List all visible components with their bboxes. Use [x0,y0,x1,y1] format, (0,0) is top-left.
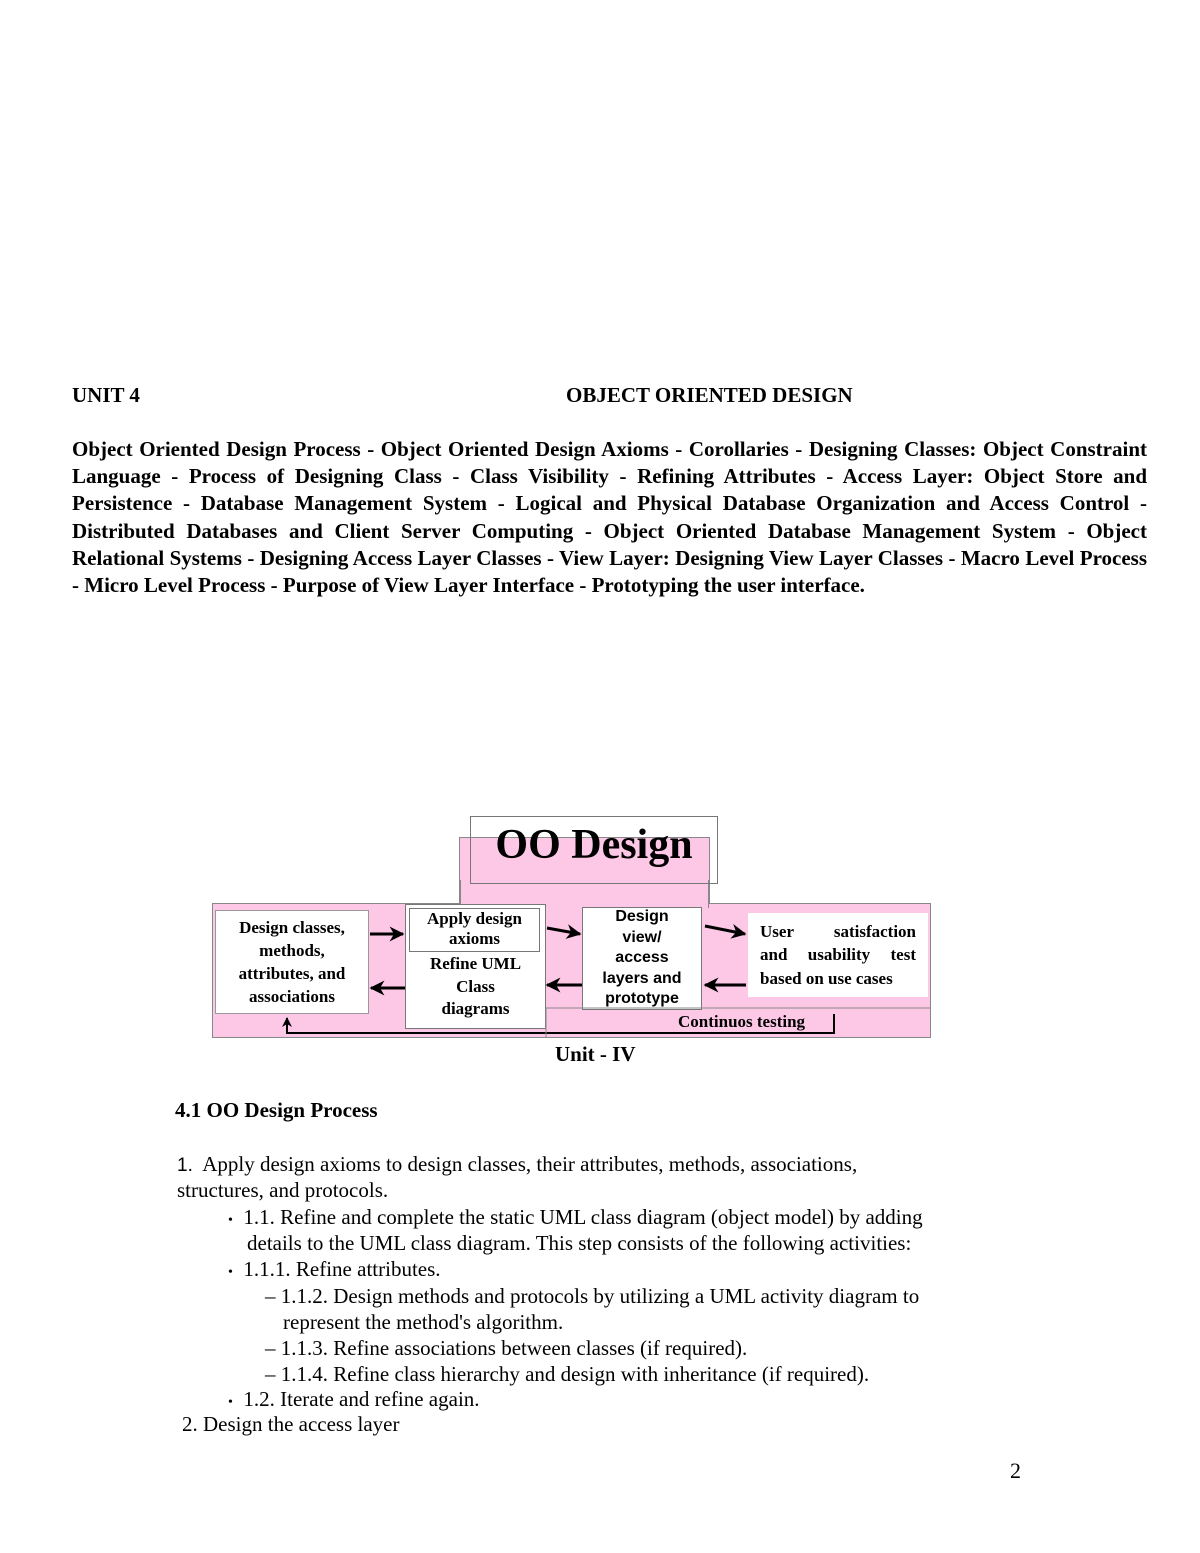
dash-icon: – [265,1336,276,1360]
diagram-arrows [282,923,930,1037]
bullet-icon: • [228,1265,233,1280]
list-text: Apply design axioms to design classes, t… [202,1152,858,1176]
list-item: – 1.1.2. Design methods and protocols by… [265,1284,919,1310]
list-text-cont: structures, and protocols. [177,1178,389,1202]
dash-icon: – [265,1362,276,1386]
list-marker: 1. [177,1155,193,1176]
list-item: • 1.1. Refine and complete the static UM… [228,1205,923,1234]
continuous-testing-loop [282,1014,835,1034]
section-heading: 4.1 OO Design Process [175,1098,378,1122]
list-text-cont: details to the UML class diagram. This s… [247,1231,912,1255]
page-number: 2 [1010,1458,1021,1483]
list-text: 1.1.1. Refine attributes. [243,1257,441,1281]
list-marker: 2. [182,1412,198,1436]
bullet-icon: • [228,1395,233,1410]
dash-icon: – [265,1284,276,1308]
list-text: 1.1.2. Design methods and protocols by u… [280,1284,920,1308]
list-item: • 1.1.1. Refine attributes. [228,1257,441,1286]
list-text: 1.2. Iterate and refine again. [243,1387,480,1411]
list-item: 1. Apply design axioms to design classes… [177,1152,857,1179]
list-text-cont: represent the method's algorithm. [283,1310,564,1334]
list-item: – 1.1.3. Refine associations between cla… [265,1336,747,1362]
bullet-icon: • [228,1213,233,1228]
list-text: 1.1. Refine and complete the static UML … [243,1205,923,1229]
arrow-box3-to-box4 [704,923,747,939]
list-text: 1.1.3. Refine associations between class… [280,1336,748,1360]
list-item: 2. Design the access layer [182,1412,400,1438]
arrow-box2-to-box3 [546,924,582,939]
diagram-caption: Unit - IV [555,1042,636,1066]
list-text: Design the access layer [203,1412,400,1436]
list-item: – 1.1.4. Refine class hierarchy and desi… [265,1362,869,1388]
list-text: 1.1.4. Refine class hierarchy and design… [280,1362,870,1386]
